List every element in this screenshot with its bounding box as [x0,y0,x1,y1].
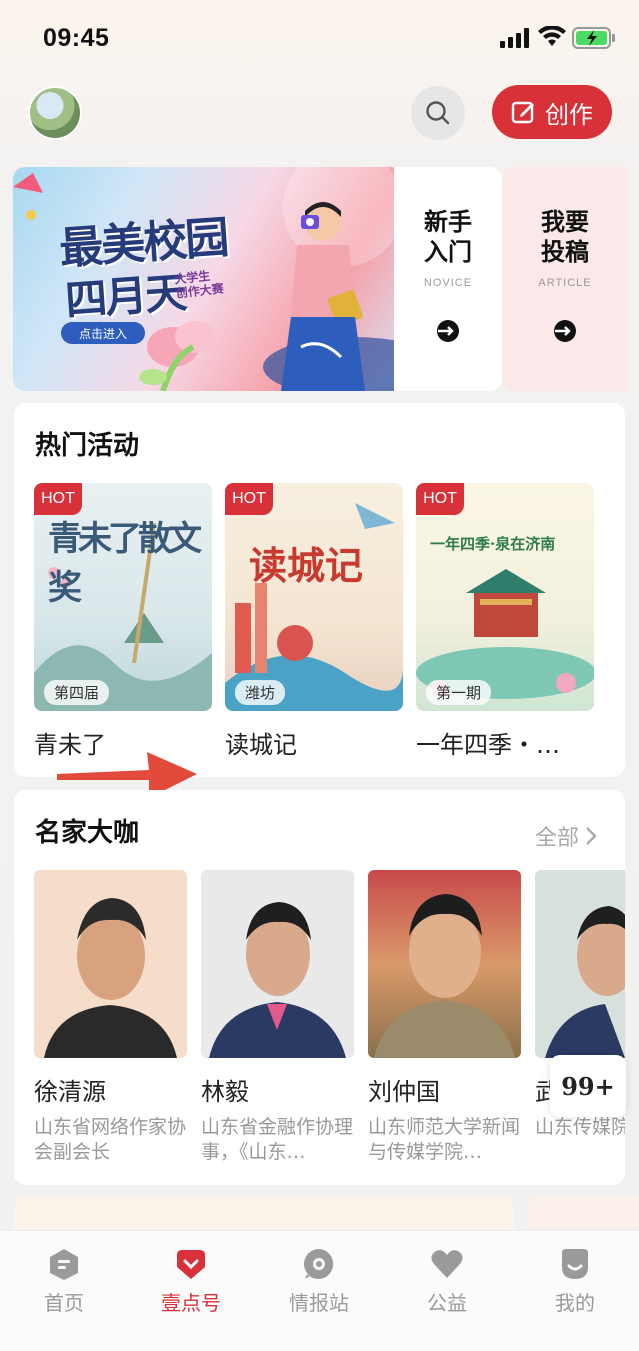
student-illustration [281,202,365,391]
activity-art-text: 青未了散文奖 [48,519,202,608]
activity-art [225,503,403,711]
hot-activities-section: 热门活动 青未了散文奖 HOT 第四届 青未了 读城记 HOT 潍坊 读城记 一… [14,403,625,777]
novice-guide-card[interactable]: 新手 入门 NOVICE [394,167,502,391]
expert-photo [34,870,187,1058]
activity-art [416,569,594,699]
activity-name: 一年四季・… [416,731,560,759]
expert-card[interactable]: 武 山东传媒院副教授 [535,870,625,1165]
radar-icon [304,1249,334,1279]
status-time: 09:45 [43,24,110,52]
arrow-circle-icon [437,320,459,342]
search-icon [426,101,450,125]
expert-name: 林毅 [201,1078,249,1106]
activity-tag: 潍坊 [235,680,286,705]
activity-card[interactable]: 一年四季·泉在济南 HOT 第一期 一年四季・… [416,483,594,760]
tab-home[interactable]: 首页 [24,1247,104,1316]
article-title-line1: 我要 [541,208,589,236]
user-avatar[interactable] [28,86,82,140]
tab-label: 情报站 [289,1291,349,1315]
article-title-line2: 投稿 [541,238,589,266]
hot-badge: HOT [34,483,82,515]
expert-photo [201,870,354,1058]
view-all-label: 全部 [534,826,579,851]
expert-card[interactable]: 徐清源 山东省网络作家协会副会长 [34,870,187,1165]
expert-description: 山东省网络作家协会副会长 [34,1116,187,1163]
expert-card[interactable]: 刘仲国 山东师范大学新闻与传媒学院… [368,870,521,1165]
flower-illustration [139,321,215,391]
experts-view-all[interactable]: 全部 [535,820,597,852]
activity-art-text: 读城记 [249,543,364,588]
expert-portrait [545,906,625,1058]
campus-contest-banner[interactable]: 最美校园 四月天 大学生 创作大赛 点击进入 [13,167,408,391]
yidianhao-icon [177,1250,205,1279]
tab-mine[interactable]: 我的 [535,1247,615,1316]
expert-description: 山东省金融作协理事，《山东… [201,1116,354,1163]
activity-name: 读城记 [225,731,297,759]
expert-description: 山东传媒院副教授 [535,1116,625,1138]
tab-label: 壹点号 [161,1291,221,1315]
create-button[interactable]: 创作 [492,85,612,139]
novice-title: 新手 入门 [424,207,472,267]
banner-subtitle: 大学生 创作大赛 [174,268,225,301]
arrow-circle-icon [554,320,576,342]
article-subtitle: ARTICLE [538,277,592,289]
activity-card[interactable]: 青未了散文奖 HOT 第四届 青未了 [34,483,212,760]
profile-icon [562,1249,588,1279]
expert-description: 山东师范大学新闻与传媒学院… [368,1116,521,1163]
floating-count-badge[interactable]: 99+ [550,1055,626,1117]
activity-image: 青未了散文奖 HOT 第四届 [34,483,212,711]
status-bar: 09:45 [0,0,639,72]
hot-activities-title: 热门活动 [35,431,140,461]
search-button[interactable] [411,86,465,140]
article-title: 我要 投稿 [541,207,589,267]
chevron-right-icon [586,827,597,845]
expert-portrait [374,894,515,1058]
activity-art-text: 一年四季·泉在济南 [430,535,556,553]
expert-card[interactable]: 林毅 山东省金融作协理事，《山东… [201,870,354,1165]
tab-charity[interactable]: 公益 [407,1247,487,1316]
hot-badge: HOT [416,483,464,515]
tab-label: 我的 [555,1291,595,1315]
edit-icon [511,101,534,124]
novice-title-line1: 新手 [424,208,472,236]
expert-portrait [209,902,346,1058]
experts-title: 名家大咖 [35,818,140,848]
activity-image: 读城记 HOT 潍坊 [225,483,403,711]
novice-title-line2: 入门 [424,238,472,266]
experts-section: 名家大咖 全部 徐清源 山东省网络作家协会副会长 林毅 山东省金融作协理事，《山… [14,790,625,1185]
tab-label: 公益 [427,1291,467,1315]
expert-name: 徐清源 [34,1078,106,1106]
submit-article-card[interactable]: 我要 投稿 ARTICLE [502,167,628,391]
banner: 最美校园 四月天 大学生 创作大赛 点击进入 新手 入门 NOVICE 我要 投… [13,167,628,391]
create-label: 创作 [545,100,593,129]
tab-label: 首页 [44,1291,84,1315]
activity-image: 一年四季·泉在济南 HOT 第一期 [416,483,594,711]
expert-portrait [44,898,177,1058]
battery-charging-icon [572,27,615,49]
activity-card[interactable]: 读城记 HOT 潍坊 读城记 [225,483,403,760]
cellular-signal-icon [500,28,529,48]
activity-tag: 第一期 [426,680,492,705]
expert-photo [368,870,521,1058]
home-icon [50,1249,78,1280]
novice-subtitle: NOVICE [423,277,473,289]
bottom-tab-bar: 首页 壹点号 情报站 公益 我的 [0,1230,639,1351]
tab-intelligence[interactable]: 情报站 [279,1247,359,1316]
activity-tag: 第四届 [44,680,110,705]
tab-yidianhao[interactable]: 壹点号 [151,1247,231,1316]
expert-name: 刘仲国 [368,1078,440,1106]
wifi-icon [538,26,566,46]
hot-badge: HOT [225,483,273,515]
heart-icon [431,1250,463,1278]
expert-photo [535,870,625,1058]
